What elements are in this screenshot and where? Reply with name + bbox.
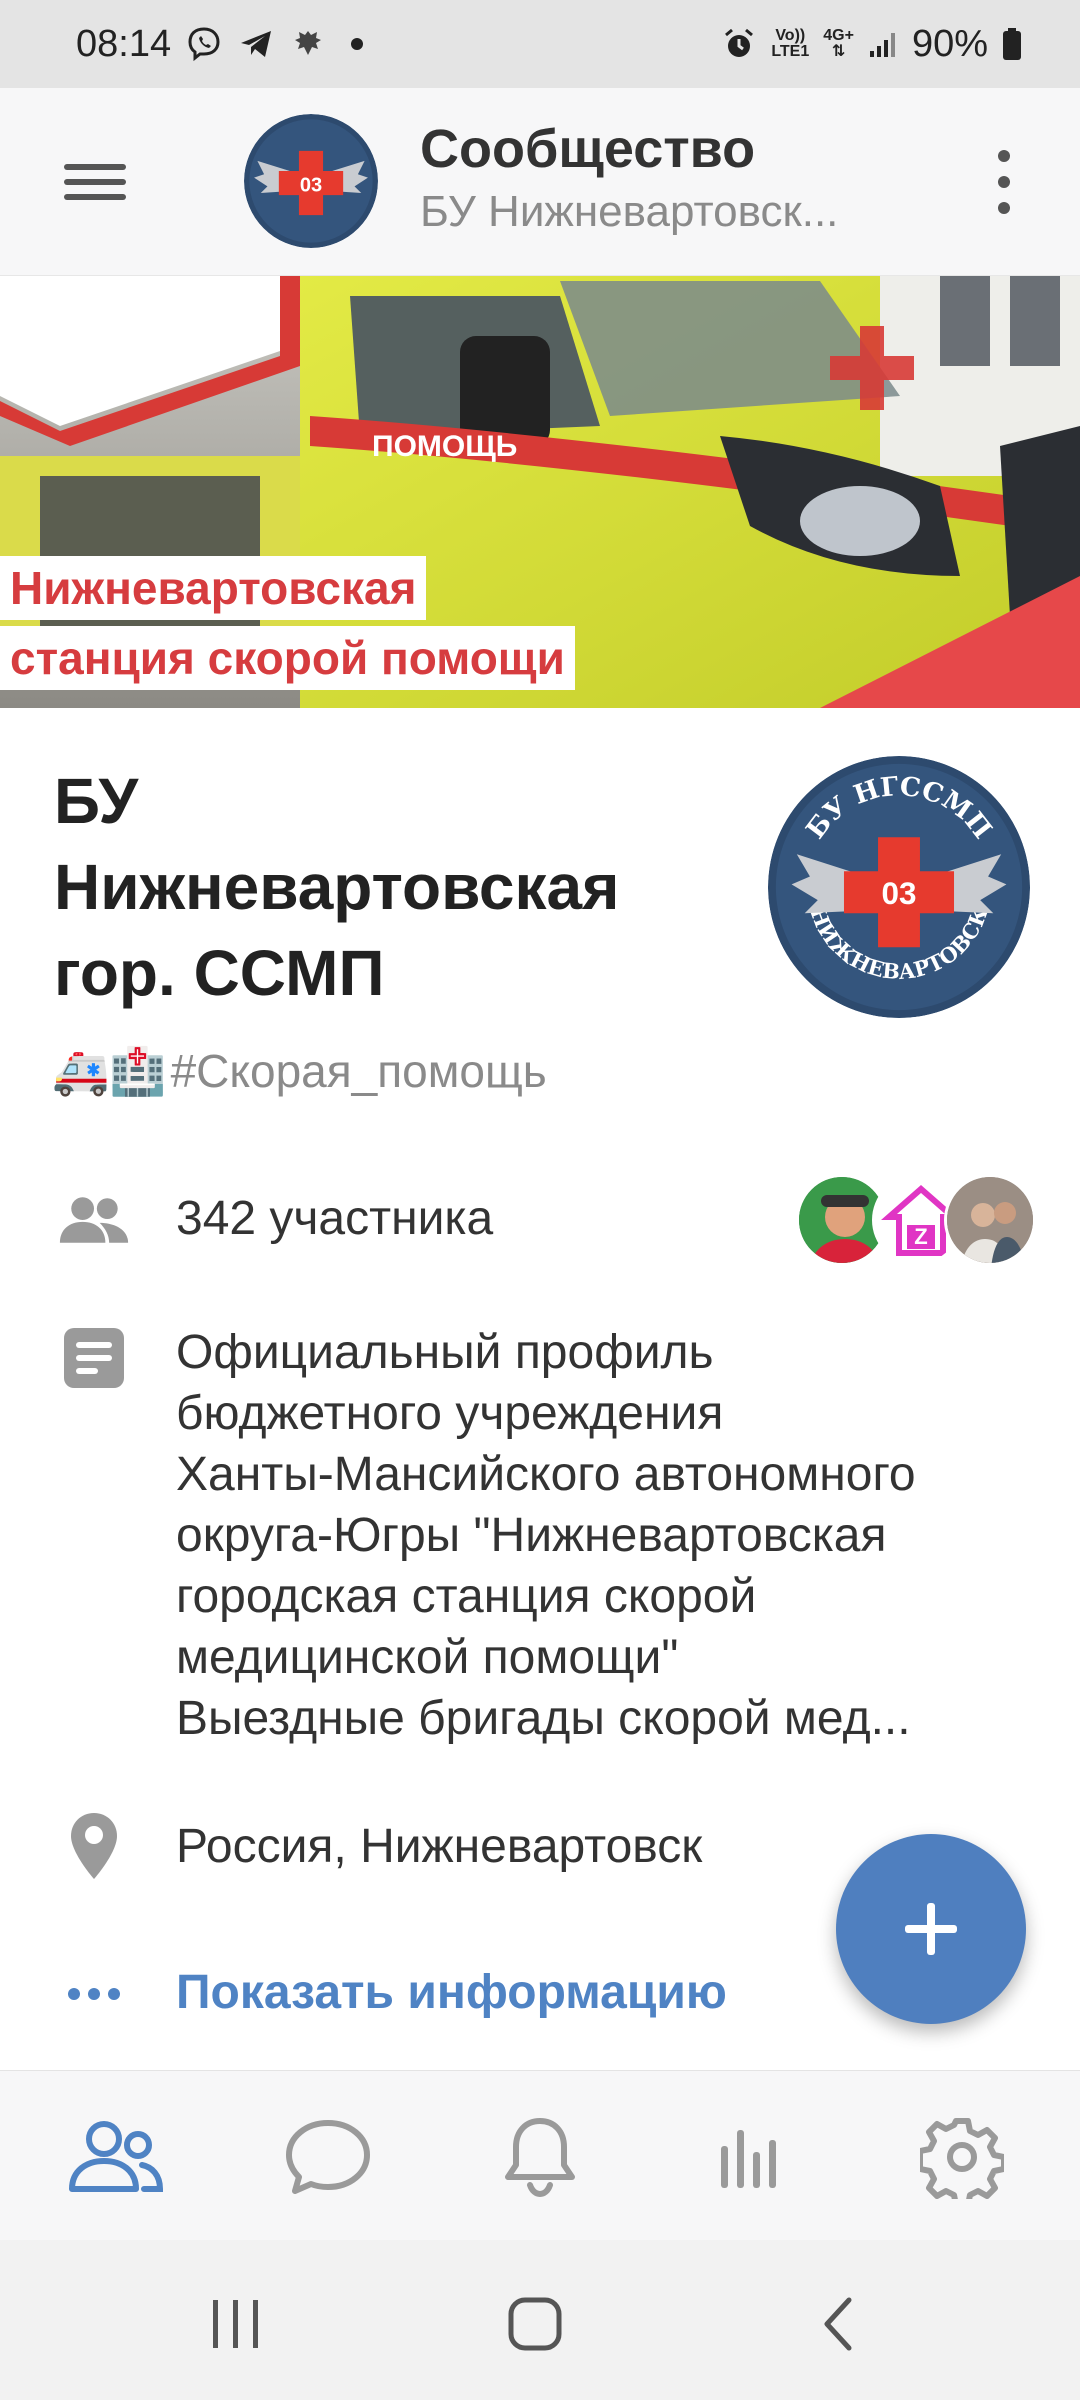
location-pin-icon (58, 1810, 130, 1882)
more-options-button[interactable] (990, 150, 1018, 214)
alarm-icon (721, 26, 757, 62)
home-icon (508, 2297, 562, 2351)
viber-icon (185, 25, 223, 63)
notifications-icon (505, 2118, 575, 2198)
community-avatar-small[interactable]: 03 (244, 114, 378, 248)
system-navigation (0, 2240, 1080, 2400)
plus-icon (905, 1903, 957, 1955)
show-info-link[interactable]: Показать информацию (176, 1962, 727, 2023)
svg-text:03: 03 (300, 175, 322, 197)
kebab-dot (998, 176, 1010, 188)
status-bar: 08:14 Vo)) LTE1 4G+ ⇅ 90% (0, 0, 1080, 88)
description-row[interactable]: Официальный профиль бюджетного учреждени… (0, 1318, 1080, 1748)
community-logo-large: БУ НГССМП НИЖНЕВАРТОВСК 03 (768, 756, 1030, 1018)
data-indicator: 4G+ ⇅ (823, 28, 854, 60)
nav-statistics[interactable] (702, 2115, 802, 2199)
page-subtitle: БУ Нижневартовск... (420, 187, 839, 236)
nav-notifications[interactable] (490, 2115, 590, 2199)
members-avatars[interactable]: Z (796, 1174, 1036, 1266)
status-bar-left: 08:14 (76, 22, 364, 66)
notification-dot-icon (351, 38, 364, 50)
nav-messages[interactable] (278, 2115, 378, 2199)
back-button[interactable] (796, 2284, 886, 2364)
more-dots-icon (58, 1958, 130, 2030)
signal-icon (868, 29, 898, 59)
community-description: Официальный профиль бюджетного учреждени… (176, 1326, 916, 1745)
members-count: 342 участника (176, 1192, 494, 1245)
cover-caption-line1: Нижневартовская (0, 556, 427, 620)
community-location: Россия, Нижневартовск (176, 1820, 703, 1873)
community-status: 🚑🏥 #Скорая_помощь (52, 1040, 547, 1102)
community-logo-small: 03 (244, 114, 378, 248)
header-titles: Сообщество БУ Нижневартовск... (420, 116, 940, 242)
status-emoji: 🚑🏥 (52, 1044, 167, 1097)
members-icon (58, 1184, 130, 1256)
battery-icon (1002, 27, 1022, 61)
eagle-emblem-icon (289, 25, 327, 63)
kebab-dot (998, 150, 1010, 162)
status-bar-right: Vo)) LTE1 4G+ ⇅ 90% (721, 23, 1022, 66)
menu-button[interactable] (52, 154, 138, 210)
back-icon (824, 2297, 852, 2351)
app-header: 03 Сообщество БУ Нижневартовск... (0, 88, 1080, 276)
community-avatar-large[interactable]: БУ НГССМП НИЖНЕВАРТОВСК 03 (768, 756, 1030, 1018)
menu-line (64, 164, 126, 170)
clock: 08:14 (76, 22, 172, 65)
data-arrows-icon: ⇅ (831, 43, 846, 60)
lte-label: LTE1 (771, 43, 810, 60)
community-cover[interactable]: ПОМОЩЬ Нижневартовская станция скорой по… (0, 276, 1080, 708)
logo-number: 03 (882, 876, 917, 911)
cover-caption-line2: станция скорой помощи (0, 626, 575, 690)
vehicle-text: ПОМОЩЬ (372, 430, 517, 463)
members-row[interactable]: 342 участника Z (0, 1168, 1080, 1272)
menu-line (64, 179, 126, 185)
telegram-icon (237, 25, 275, 63)
description-icon (58, 1322, 130, 1394)
recent-apps-button[interactable] (190, 2284, 280, 2364)
nav-community[interactable] (66, 2115, 166, 2199)
bottom-navigation (0, 2070, 1080, 2240)
menu-line (64, 194, 126, 200)
page-title: Сообщество (420, 119, 756, 179)
community-icon (69, 2121, 164, 2192)
volte-label: Vo)) (775, 27, 806, 44)
statistics-icon (721, 2130, 776, 2188)
community-name: БУ Нижневартовская гор. ССМП (54, 765, 620, 1009)
create-post-button[interactable] (836, 1834, 1026, 2024)
data-type-label: 4G+ (823, 27, 854, 44)
status-text: #Скорая_помощь (170, 1045, 547, 1097)
volte-indicator: Vo)) LTE1 (771, 28, 809, 60)
home-button[interactable] (490, 2284, 580, 2364)
member-avatar (944, 1174, 1036, 1266)
settings-icon (920, 2118, 1004, 2199)
recent-apps-icon (213, 2300, 258, 2348)
svg-text:Z: Z (914, 1224, 927, 1249)
nav-settings[interactable] (912, 2115, 1012, 2199)
kebab-dot (998, 202, 1010, 214)
messages-icon (286, 2120, 370, 2194)
battery-level: 90% (911, 22, 988, 65)
